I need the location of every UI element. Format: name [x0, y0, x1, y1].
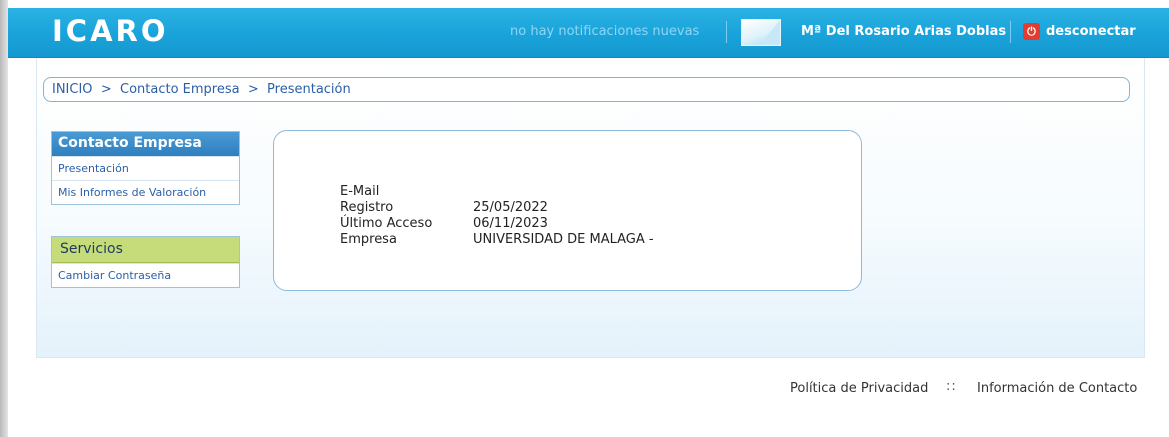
breadcrumb-separator: > — [243, 82, 263, 97]
profile-label: E-Mail — [340, 184, 380, 199]
divider — [1010, 21, 1011, 43]
breadcrumb-contacto-empresa[interactable]: Contacto Empresa — [120, 82, 240, 97]
user-avatar[interactable] — [741, 19, 781, 46]
profile-label: Último Acceso — [340, 216, 433, 231]
profile-value: UNIVERSIDAD DE MALAGA - — [473, 232, 654, 247]
profile-row: Registro 25/05/2022 — [340, 200, 654, 216]
sidebar-item-cambiar-contrasena[interactable]: Cambiar Contraseña — [52, 263, 239, 287]
sidebar-contact-title: Contacto Empresa — [52, 132, 239, 156]
profile-value: 06/11/2023 — [473, 216, 548, 231]
breadcrumb-home[interactable]: INICIO — [52, 82, 93, 97]
profile-row: Último Acceso 06/11/2023 — [340, 216, 654, 232]
profile-row: E-Mail — [340, 184, 654, 200]
breadcrumb: INICIO > Contacto Empresa > Presentación — [43, 77, 1130, 102]
profile-value: 25/05/2022 — [473, 200, 548, 215]
app-logo[interactable]: ICARO — [52, 14, 169, 48]
contact-info-link[interactable]: Información de Contacto — [977, 381, 1137, 396]
sidebar-item-informes[interactable]: Mis Informes de Valoración — [52, 180, 239, 204]
profile-info: E-Mail Registro 25/05/2022 Último Acceso… — [340, 184, 654, 248]
profile-row: Empresa UNIVERSIDAD DE MALAGA - — [340, 232, 654, 248]
divider — [726, 21, 727, 43]
sidebar-contact-menu: Contacto Empresa Presentación Mis Inform… — [51, 131, 240, 205]
power-icon[interactable]: ⏻ — [1023, 23, 1040, 40]
window-frame-edge — [0, 0, 8, 437]
user-name[interactable]: Mª Del Rosario Arias Doblas — [801, 24, 1006, 39]
breadcrumb-current: Presentación — [267, 82, 351, 97]
sidebar-item-presentacion[interactable]: Presentación — [52, 156, 239, 180]
sidebar-services-title: Servicios — [52, 237, 239, 263]
logout-label[interactable]: desconectar — [1046, 24, 1136, 39]
notifications-link[interactable]: no hay notificaciones nuevas — [510, 24, 699, 39]
breadcrumb-separator: > — [96, 82, 116, 97]
profile-label: Registro — [340, 200, 394, 215]
logout-button[interactable]: ⏻ desconectar — [1023, 23, 1136, 40]
top-bar: ICARO no hay notificaciones nuevas Mª De… — [8, 8, 1169, 58]
sidebar-services-menu: Servicios Cambiar Contraseña — [51, 236, 240, 288]
privacy-policy-link[interactable]: Política de Privacidad — [790, 381, 928, 396]
footer-separator: :: — [946, 379, 957, 394]
profile-label: Empresa — [340, 232, 397, 247]
